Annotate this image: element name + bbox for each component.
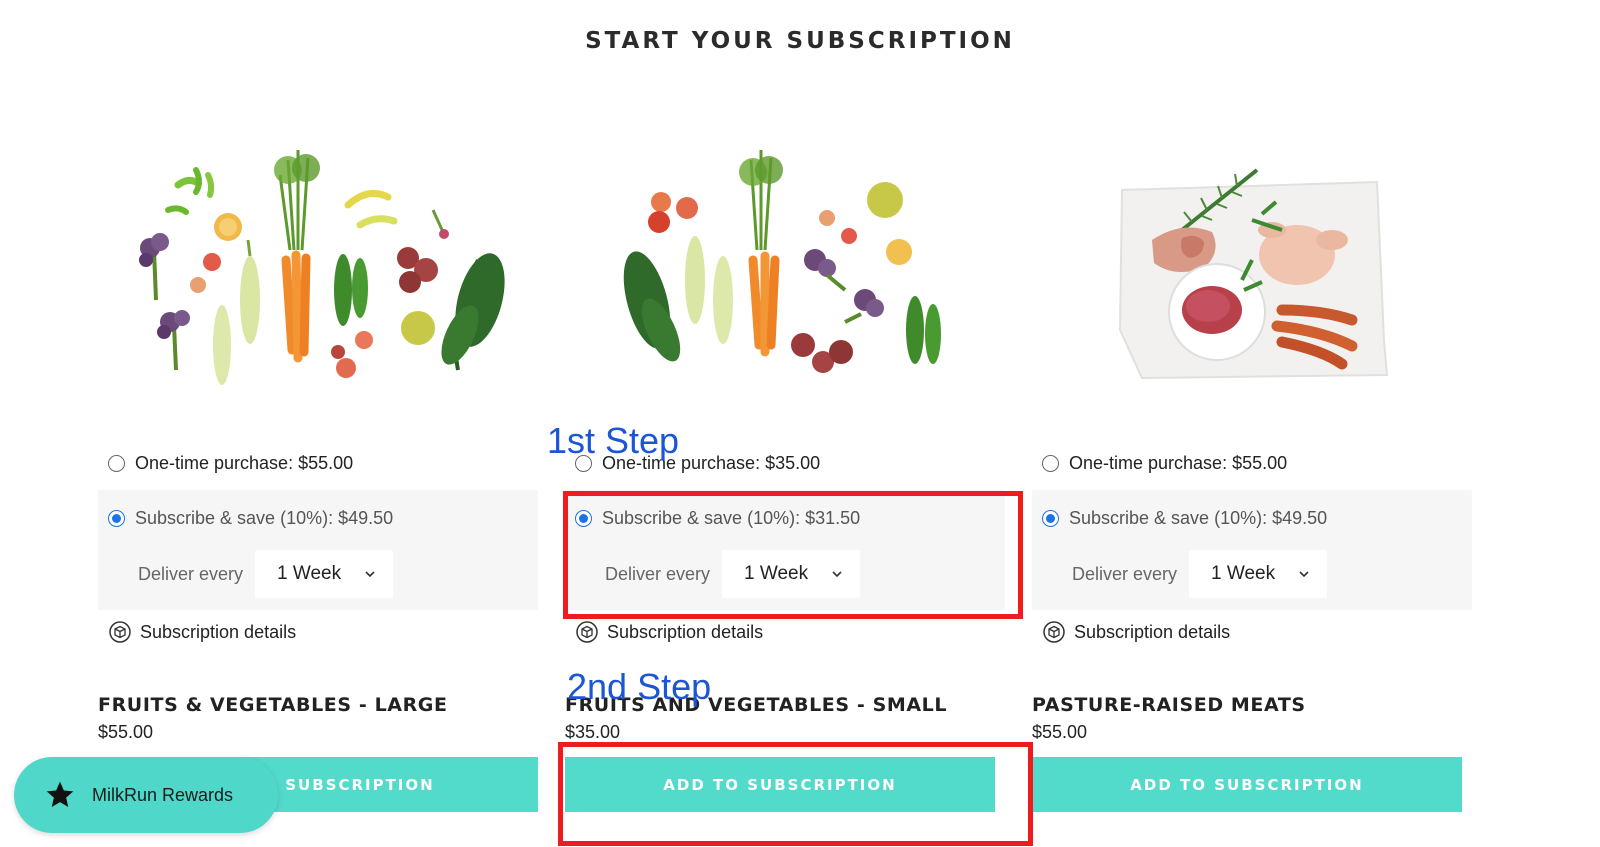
deliver-every-label: Deliver every <box>1072 563 1178 584</box>
product-price: $35.00 <box>565 722 621 742</box>
rewards-label: MilkRun Rewards <box>92 784 234 805</box>
step-2-annotation: 2nd Step <box>567 666 712 707</box>
chevron-down-icon <box>1299 571 1309 578</box>
carrot-bunch-illustration <box>274 150 320 363</box>
subscribe-panel: Subscribe & save (10%): $49.50 Deliver e… <box>1032 490 1472 610</box>
product-card-fruits-vegetables-large: One-time purchase: $55.00 Subscribe & sa… <box>98 130 538 847</box>
product-card-fruits-vegetables-small: One-time purchase: $35.00 Subscribe & sa… <box>565 130 1005 847</box>
subscription-box-icon <box>109 621 131 643</box>
product-title: PASTURE-RAISED MEATS <box>1032 694 1306 716</box>
subscription-box-icon <box>576 621 598 643</box>
subscription-details-label: Subscription details <box>607 621 764 642</box>
subscribe-panel: Subscribe & save (10%): $49.50 Deliver e… <box>98 490 538 610</box>
frequency-select[interactable]: 1 Week <box>255 550 394 598</box>
subscription-details-label: Subscription details <box>1074 621 1231 642</box>
subscribe-radio[interactable] <box>1042 510 1059 527</box>
broccolini-illustration <box>139 233 190 371</box>
deliver-every-row: Deliver every 1 Week <box>138 550 394 598</box>
subscription-details-link[interactable]: Subscription details <box>575 620 763 644</box>
subscribe-save-option[interactable]: Subscribe & save (10%): $49.50 <box>108 508 393 529</box>
product-price: $55.00 <box>98 722 154 742</box>
subscribe-radio[interactable] <box>108 510 125 527</box>
subscribe-save-label: Subscribe & save (10%): $49.50 <box>1069 508 1328 528</box>
subscribe-save-option[interactable]: Subscribe & save (10%): $49.50 <box>1042 508 1327 529</box>
produce-small-image <box>623 150 941 373</box>
onetime-purchase-label: One-time purchase: $55.00 <box>135 452 354 473</box>
frequency-value: 1 Week <box>277 563 342 584</box>
onetime-purchase-label: One-time purchase: $55.00 <box>1069 452 1288 473</box>
step-1-highlight-box <box>563 491 1023 619</box>
star-icon <box>46 781 74 807</box>
subscribe-save-label: Subscribe & save (10%): $49.50 <box>135 508 394 528</box>
page-title: START YOUR SUBSCRIPTION <box>585 28 1015 54</box>
subscription-details-link[interactable]: Subscription details <box>1042 620 1230 644</box>
deliver-every-row: Deliver every 1 Week <box>1072 550 1328 598</box>
rewards-launcher-button[interactable]: MilkRun Rewards <box>14 757 278 833</box>
onetime-radio[interactable] <box>108 454 125 472</box>
produce-large-image <box>139 150 505 385</box>
onetime-purchase-option[interactable]: One-time purchase: $55.00 <box>1042 450 1287 476</box>
frequency-select[interactable]: 1 Week <box>1189 550 1328 598</box>
product-price: $55.00 <box>1032 722 1088 742</box>
meats-image <box>1118 168 1389 380</box>
step-1-annotation: 1st Step <box>547 420 680 461</box>
onetime-radio[interactable] <box>1042 454 1059 472</box>
chevron-down-icon <box>365 571 375 578</box>
step-2-highlight-box <box>558 742 1033 846</box>
deliver-every-label: Deliver every <box>138 563 244 584</box>
subscription-details-link[interactable]: Subscription details <box>108 620 296 644</box>
frequency-value: 1 Week <box>1211 563 1276 584</box>
onetime-purchase-option[interactable]: One-time purchase: $55.00 <box>108 450 353 476</box>
subscription-details-label: Subscription details <box>140 621 297 642</box>
product-title: FRUITS & VEGETABLES - LARGE <box>98 694 448 716</box>
add-to-subscription-button[interactable]: ADD TO SUBSCRIPTION <box>1032 757 1462 812</box>
subscription-box-icon <box>1043 621 1065 643</box>
product-card-pasture-raised-meats: One-time purchase: $55.00 Subscribe & sa… <box>1032 130 1472 847</box>
